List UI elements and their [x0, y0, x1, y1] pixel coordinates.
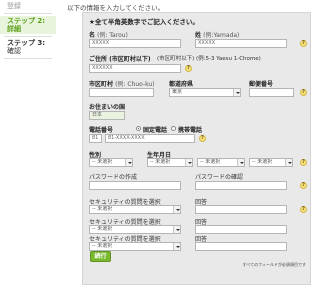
- password-create-label: パスワードの作成: [89, 174, 138, 181]
- required-note: ★全て半角英数字でご記入ください。: [89, 18, 199, 26]
- chevron-down-icon: [125, 159, 132, 166]
- chevron-down-icon: [173, 206, 180, 213]
- intro-text: 以下の情報を入力してください。: [67, 4, 165, 12]
- phone-type-landline-radio[interactable]: [136, 126, 141, 131]
- help-icon[interactable]: ?: [300, 40, 307, 47]
- address-input[interactable]: XXXXXX: [89, 64, 181, 73]
- chevron-down-icon: [185, 159, 192, 166]
- sidebar-step-register[interactable]: 登録: [0, 2, 56, 10]
- sidebar-step-details-label: ステップ 2:: [7, 17, 46, 25]
- birth-day-select[interactable]: -- 未選択: [249, 158, 293, 167]
- address-example: (市区町村以下) (例:5-3 Yaesu 1-Chome): [157, 56, 261, 62]
- first-name-input[interactable]: XXXXX: [195, 39, 287, 48]
- phone-label: 電話番号: [89, 127, 114, 134]
- help-icon[interactable]: ?: [300, 206, 307, 213]
- phone-type-mobile-radio[interactable]: [171, 126, 176, 131]
- chevron-down-icon: [173, 226, 180, 233]
- chevron-down-icon: [285, 159, 292, 166]
- sidebar-divider: [4, 58, 52, 59]
- security-question-3-select[interactable]: -- 未選択: [89, 242, 181, 251]
- required-fields-note: すべてのフィールドが必須項目です: [242, 262, 306, 267]
- help-icon[interactable]: ?: [199, 135, 206, 142]
- help-icon[interactable]: ?: [300, 159, 307, 166]
- phone-type-mobile-label: 携帯電話: [178, 127, 203, 134]
- sidebar-step-details-sub: 詳細: [7, 25, 21, 33]
- birth-year-select[interactable]: -- 未選択: [147, 158, 193, 167]
- password-create-input[interactable]: [89, 181, 181, 190]
- city-input[interactable]: [89, 88, 154, 97]
- sidebar-step-confirm[interactable]: ステップ 3: 確認: [0, 39, 56, 55]
- security-question-1-select[interactable]: -- 未選択: [89, 205, 181, 214]
- country-field[interactable]: 日本: [89, 111, 125, 120]
- sidebar-step-register-label: 登録: [7, 2, 21, 10]
- sidebar-divider: [4, 13, 52, 14]
- first-name-label: 姓 (例:Yamada): [195, 32, 240, 39]
- sidebar-divider: [4, 36, 52, 37]
- password-confirm-input[interactable]: [195, 181, 287, 190]
- phone-type-landline-label: 固定電話: [143, 127, 168, 134]
- phone-input[interactable]: 81-XXXX-XXXX: [105, 134, 195, 143]
- sidebar-step-confirm-sub: 確認: [7, 47, 21, 55]
- password-confirm-label: パスワードの確認: [195, 174, 244, 181]
- chevron-down-icon: [237, 159, 244, 166]
- prefecture-select[interactable]: 東京: [169, 88, 241, 97]
- prefecture-label: 都道府県: [169, 81, 194, 88]
- help-icon[interactable]: ?: [300, 182, 307, 189]
- postal-input[interactable]: [249, 88, 294, 97]
- chevron-down-icon: [173, 243, 180, 250]
- chevron-down-icon: [233, 89, 240, 96]
- security-answer-2-input[interactable]: [195, 225, 287, 234]
- address-label: ご住所 (市区町村以下): [89, 56, 151, 63]
- postal-label: 郵便番号: [249, 81, 274, 88]
- city-label: 市区町村 (例: Chuo-ku): [89, 81, 155, 88]
- birth-month-select[interactable]: -- 未選択: [197, 158, 245, 167]
- last-name-label: 名 (例: Tarou): [89, 32, 128, 39]
- security-answer-3-input[interactable]: [195, 242, 287, 251]
- step-sidebar: 登録 ステップ 2: 詳細 ステップ 3: 確認: [0, 0, 56, 288]
- country-label: お住まいの国: [89, 104, 126, 111]
- details-form: ★全て半角英数字でご記入ください。 名 (例: Tarou) XXXXX 姓 (…: [82, 12, 311, 285]
- help-icon[interactable]: ?: [300, 89, 307, 96]
- security-question-2-select[interactable]: -- 未選択: [89, 225, 181, 234]
- continue-button[interactable]: 続行: [90, 251, 111, 262]
- sidebar-step-details[interactable]: ステップ 2: 詳細: [0, 16, 56, 34]
- last-name-input[interactable]: XXXXX: [89, 39, 181, 48]
- security-answer-1-input[interactable]: [195, 205, 287, 214]
- gender-select[interactable]: -- 未選択: [89, 158, 133, 167]
- help-icon[interactable]: ?: [185, 65, 192, 72]
- country-code-field: 81: [89, 134, 102, 143]
- sidebar-step-confirm-label: ステップ 3:: [7, 39, 46, 47]
